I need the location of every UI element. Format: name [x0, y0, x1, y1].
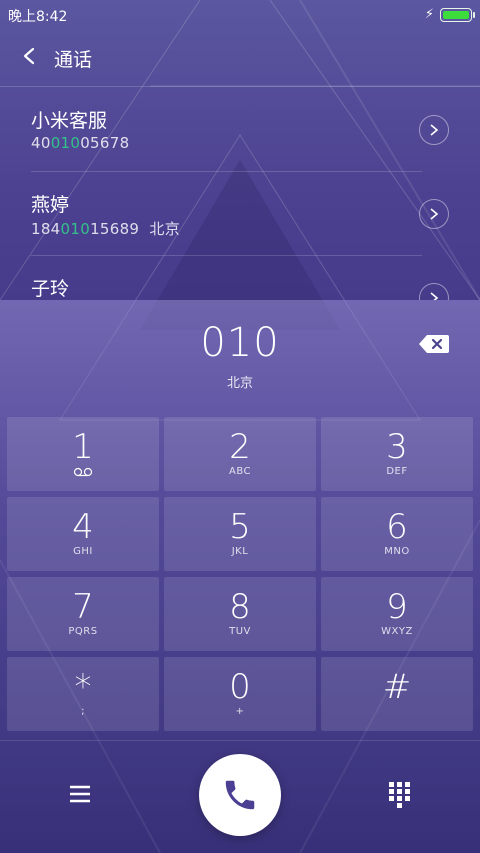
backspace-icon[interactable] — [418, 332, 450, 356]
phone-icon — [225, 780, 255, 810]
page-title: 通话 — [54, 49, 93, 71]
number-location: 北京 — [226, 376, 253, 391]
number-match: 010 — [50, 134, 81, 152]
voicemail-icon — [73, 467, 93, 477]
contact-location: 北京 — [149, 220, 181, 238]
key-4[interactable]: 4 GHI — [7, 497, 159, 571]
contact-name: 小米客服 — [31, 110, 108, 132]
number-match: 010 — [60, 220, 91, 238]
contact-number: 18401015689 北京 — [31, 220, 181, 238]
key-0[interactable]: 0 + — [164, 657, 316, 731]
contact-name: 燕婷 — [31, 194, 70, 216]
bottom-divider — [0, 740, 480, 741]
back-arrow-icon[interactable] — [16, 42, 44, 70]
contact-list: 小米客服 4001005678 燕婷 18401015689 北京 子玲 — [0, 88, 480, 300]
app-header: 通话 — [0, 28, 480, 86]
keypad: 1 2 ABC 3 DEF 4 GHI 5 JKL 6 MNO 7 PQRS 8 TUV 9W… — [0, 414, 480, 734]
key-3[interactable]: 3 DEF — [321, 417, 473, 491]
battery-icon — [440, 7, 475, 22]
key-2[interactable]: 2 ABC — [164, 417, 316, 491]
contact-row[interactable]: 小米客服 4001005678 — [0, 88, 480, 172]
call-button[interactable] — [199, 754, 281, 836]
dialed-number: 010 — [200, 320, 280, 366]
key-8[interactable]: 8 TUV — [164, 577, 316, 651]
menu-icon[interactable] — [66, 780, 94, 808]
key-hash[interactable]: # — [321, 657, 473, 731]
key-9[interactable]: 9 WXYZ — [321, 577, 473, 651]
chevron-right-icon[interactable] — [419, 199, 449, 229]
dial-display: 010 北京 — [0, 300, 480, 408]
battery-indicator: ⚡ — [424, 7, 475, 22]
key-5[interactable]: 5 JKL — [164, 497, 316, 571]
contact-row[interactable]: 燕婷 18401015689 北京 — [0, 172, 480, 256]
status-bar: 晚上8:42 ⚡ — [0, 0, 480, 28]
chevron-right-icon[interactable] — [419, 283, 449, 300]
keypad-icon[interactable] — [386, 780, 414, 810]
chevron-right-icon[interactable] — [419, 115, 449, 145]
bolt-icon: ⚡ — [424, 7, 434, 22]
header-divider — [0, 86, 480, 87]
key-1[interactable]: 1 — [7, 417, 159, 491]
contact-row[interactable]: 子玲 — [0, 256, 480, 300]
status-time: 晚上8:42 — [8, 9, 68, 25]
key-star[interactable]: *; — [7, 657, 159, 731]
key-7[interactable]: 7 PQRS — [7, 577, 159, 651]
key-6[interactable]: 6 MNO — [321, 497, 473, 571]
contact-name: 子玲 — [31, 278, 70, 300]
contact-number: 4001005678 — [31, 134, 130, 152]
